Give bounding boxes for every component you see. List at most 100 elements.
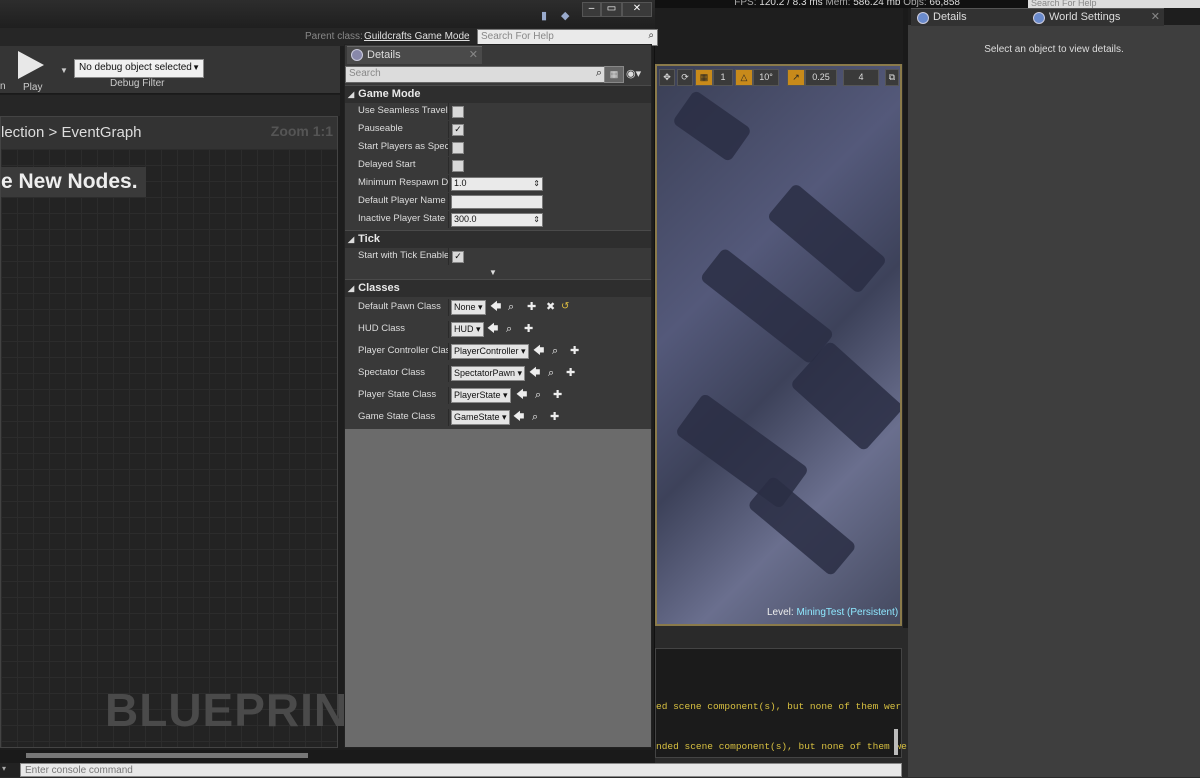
angle-snap-value[interactable]: 10° (753, 69, 779, 86)
browse-search-icon[interactable]: ⌕ (506, 321, 512, 337)
close-tab-icon[interactable]: ✕ (469, 47, 478, 63)
browse-search-icon[interactable]: ⌕ (535, 387, 541, 403)
right-details-panel: Search For Help Details ✕ World Settings… (908, 0, 1200, 777)
spin-arrows-icon[interactable]: ⇕ (533, 178, 540, 189)
hud-class-dropdown[interactable]: HUD ▾ (451, 322, 484, 337)
graph-horizontal-scrollbar[interactable] (0, 750, 655, 763)
translate-icon[interactable]: ✥ (659, 69, 675, 86)
details-icon (351, 49, 363, 61)
play-button[interactable]: Play (12, 49, 48, 93)
details-icon (917, 12, 929, 24)
window-titlebar[interactable]: ▮ ◆ – ▭ ✕ (0, 0, 655, 28)
default-player-name-field[interactable] (451, 195, 543, 209)
player-state-dropdown[interactable]: PlayerState ▾ (451, 388, 511, 403)
details-tab[interactable]: Details ✕ (347, 46, 482, 64)
blueprint-watermark: BLUEPRINT (105, 684, 378, 736)
chat-icon[interactable]: ▮ (541, 9, 547, 22)
category-game-mode[interactable]: ◢ Game Mode (345, 85, 651, 103)
dropdown-value: HUD (454, 324, 474, 334)
property-label: Default Pawn Class (358, 301, 441, 312)
add-plus-icon[interactable]: ✚ (527, 299, 536, 315)
pauseable-checkbox[interactable]: ✓ (452, 124, 464, 136)
terrain-block (747, 475, 857, 577)
property-label: Default Player Name (358, 195, 446, 206)
scale-snap-icon[interactable]: ↗ (787, 69, 805, 86)
start-spectators-checkbox[interactable] (452, 142, 464, 154)
console-input[interactable]: Enter console command (20, 763, 902, 777)
reset-to-default-icon[interactable]: ↺ (561, 299, 569, 315)
minimize-button[interactable]: – (582, 2, 601, 17)
fps-value: 120.2 / 8.3 ms (759, 0, 823, 8)
category-classes[interactable]: ◢ Classes (345, 279, 651, 297)
use-selected-arrow-icon[interactable]: 🡄 (529, 365, 540, 381)
use-selected-arrow-icon[interactable]: 🡄 (533, 343, 544, 359)
graduation-cap-icon[interactable]: ◆ (561, 9, 569, 22)
scale-snap-value[interactable]: 0.25 (805, 69, 837, 86)
search-icon[interactable]: ⌕ (648, 29, 654, 43)
start-tick-checkbox[interactable]: ✓ (452, 251, 464, 263)
log-line: ed scene component(s), but none of them … (656, 701, 902, 712)
level-name: MiningTest (Persistent) (796, 607, 899, 618)
browse-search-icon[interactable]: ⌕ (548, 365, 554, 381)
use-selected-arrow-icon[interactable]: 🡄 (490, 299, 501, 315)
spectator-class-dropdown[interactable]: SpectatorPawn ▾ (451, 366, 526, 381)
use-selected-arrow-icon[interactable]: 🡄 (487, 321, 498, 337)
viewport-toolbar: ✥ ⟳ ▦ 1 △ 10° ↗ 0.25 4 ⧉ (657, 66, 900, 90)
debug-object-dropdown[interactable]: No debug object selected ▼ (74, 59, 204, 78)
graph-header: lection > EventGraph Zoom 1:1 (1, 117, 337, 149)
chevron-right-icon: > (48, 124, 62, 141)
maximize-viewport-icon[interactable]: ⧉ (885, 69, 899, 86)
log-gap (655, 628, 902, 648)
add-plus-icon[interactable]: ✚ (566, 365, 575, 381)
camera-speed-value[interactable]: 4 (843, 69, 879, 86)
log-scrollbar[interactable] (894, 729, 898, 755)
category-tick[interactable]: ◢ Tick (345, 230, 651, 248)
default-pawn-dropdown[interactable]: None ▾ (451, 300, 486, 315)
close-tab-icon[interactable]: ✕ (1151, 9, 1160, 26)
inactive-player-state-value: 300.0 (454, 214, 477, 224)
add-plus-icon[interactable]: ✚ (553, 387, 562, 403)
add-plus-icon[interactable]: ✚ (524, 321, 533, 337)
view-options-eye-icon[interactable]: ◉▾ (626, 67, 641, 80)
browse-search-icon[interactable]: ⌕ (532, 409, 538, 425)
output-log[interactable]: ed scene component(s), but none of them … (655, 648, 907, 758)
add-plus-icon[interactable]: ✚ (550, 409, 559, 425)
property-matrix-button[interactable]: ▦ (604, 66, 624, 83)
property-label: Game State Class (358, 411, 436, 422)
property-row-inactive-player-state: Inactive Player State L 300.0 ⇕ (345, 211, 651, 228)
maximize-button[interactable]: ▭ (601, 2, 622, 17)
tab-world-settings[interactable]: World Settings ✕ (1027, 8, 1164, 26)
respawn-delay-field[interactable]: 1.0 ⇕ (451, 177, 543, 191)
details-search-input[interactable]: Search ⌕ (345, 66, 606, 83)
dropdown-value: None (454, 302, 476, 312)
grid-snap-icon[interactable]: ▦ (695, 69, 713, 86)
use-selected-arrow-icon[interactable]: 🡄 (516, 387, 527, 403)
grid-size-value[interactable]: 1 (713, 69, 733, 86)
spin-arrows-icon[interactable]: ⇕ (533, 214, 540, 225)
game-state-dropdown[interactable]: GameState ▾ (451, 410, 510, 425)
play-options-chevron-icon[interactable]: ▼ (60, 66, 68, 75)
angle-snap-icon[interactable]: △ (735, 69, 753, 86)
browse-search-icon[interactable]: ⌕ (508, 299, 514, 315)
use-selected-arrow-icon[interactable]: 🡄 (513, 409, 524, 425)
property-row-pauseable: Pauseable ✓ (345, 121, 651, 138)
parent-class-link[interactable]: Guildcrafts Game Mode (364, 31, 470, 42)
toolbar-edge-label: n (0, 81, 6, 92)
player-controller-dropdown[interactable]: PlayerController ▾ (451, 344, 529, 359)
browse-search-icon[interactable]: ⌕ (552, 343, 558, 359)
rotate-icon[interactable]: ⟳ (677, 69, 693, 86)
event-graph-canvas[interactable]: lection > EventGraph Zoom 1:1 e New Node… (0, 116, 376, 748)
breadcrumb-parent[interactable]: lection (1, 124, 44, 141)
right-help-search[interactable]: Search For Help (1028, 0, 1200, 8)
level-viewport[interactable]: ✥ ⟳ ▦ 1 △ 10° ↗ 0.25 4 ⧉ Level: MiningTe… (655, 64, 902, 626)
inactive-player-state-field[interactable]: 300.0 ⇕ (451, 213, 543, 227)
close-button[interactable]: ✕ (622, 2, 652, 17)
seamless-travel-checkbox[interactable] (452, 106, 464, 118)
property-row-game-state: Game State Class GameState ▾ 🡄 ⌕ ✚ (345, 409, 651, 429)
expand-advanced-icon[interactable]: ▼ (489, 268, 497, 277)
scrollbar-thumb[interactable] (26, 753, 308, 758)
add-plus-icon[interactable]: ✚ (570, 343, 579, 359)
delayed-start-checkbox[interactable] (452, 160, 464, 172)
clear-x-icon[interactable]: ✖ (546, 299, 555, 315)
chevron-down-icon[interactable]: ▾ (2, 764, 6, 773)
